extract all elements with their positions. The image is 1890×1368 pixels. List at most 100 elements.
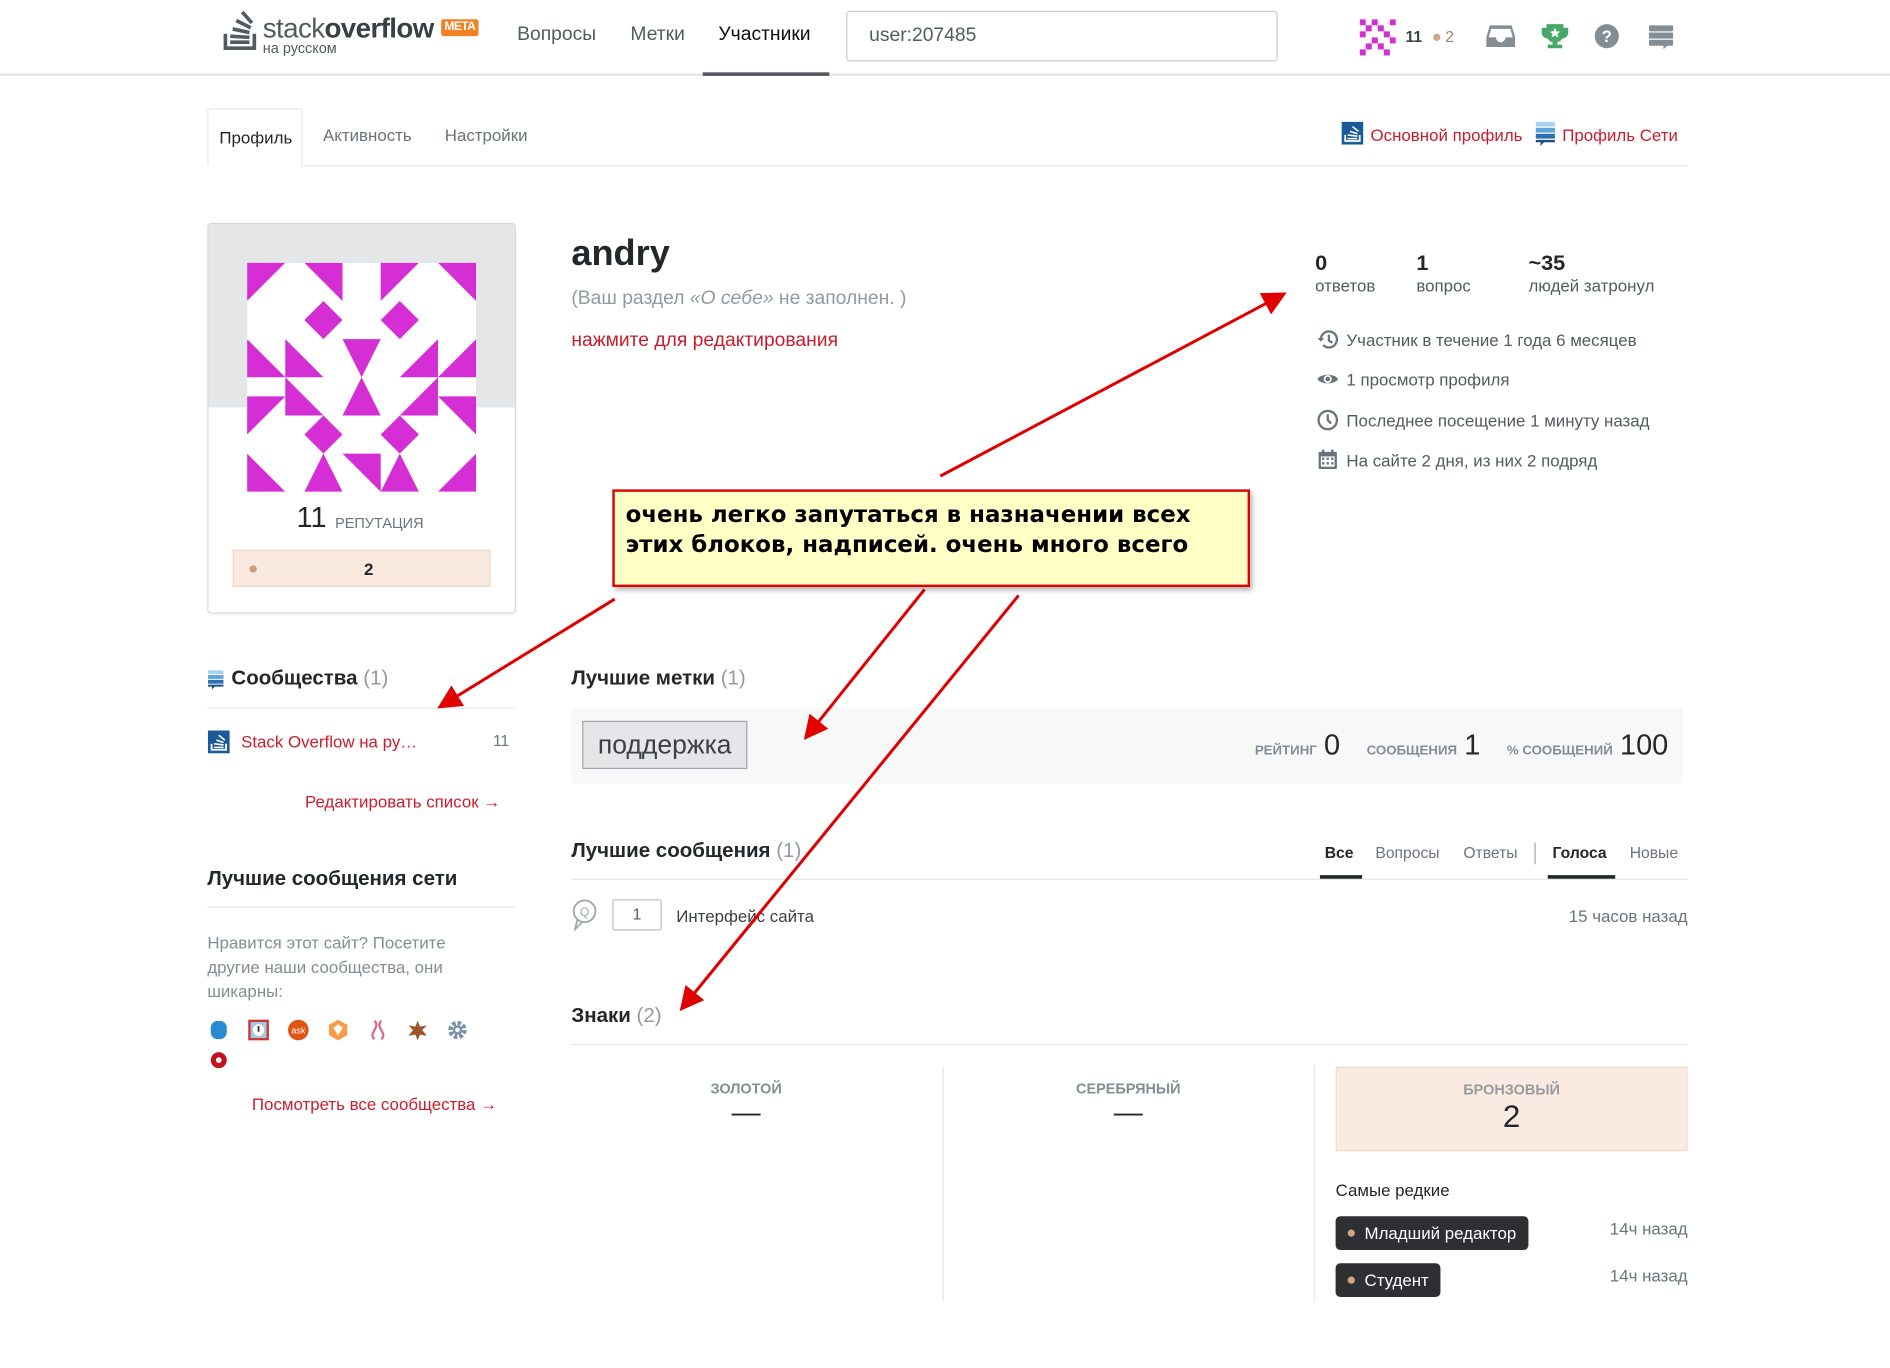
bronze-count: 2 — [364, 559, 374, 579]
avatar[interactable] — [247, 262, 477, 492]
title-count: (1) — [363, 666, 389, 690]
reputation-value: 11 — [296, 501, 327, 534]
site-logo[interactable]: stackoverflow META на русском — [223, 7, 479, 55]
meta-badge: META — [440, 19, 479, 37]
percent-value: 100 — [1620, 729, 1669, 762]
post-time: 15 часов назад — [1568, 906, 1688, 926]
post-votes: 1 — [612, 899, 662, 931]
tab-activity[interactable]: Активность — [323, 125, 412, 144]
tab-profile-label: Профиль — [219, 127, 293, 148]
svg-text:Q: Q — [580, 905, 589, 919]
community-link[interactable]: Stack Overflow на ру… — [241, 732, 417, 751]
percent-label: % СООБЩЕНИЙ — [1506, 743, 1613, 759]
logo-bold: overflow — [324, 12, 434, 44]
help-icon[interactable]: ? — [1594, 23, 1621, 50]
badge-name: Младший редактор — [1364, 1223, 1517, 1243]
post-title-link[interactable]: Интерфейс сайта — [676, 906, 814, 925]
badge-time: 14ч назад — [1609, 1265, 1688, 1285]
info-text: 1 просмотр профиля — [1346, 369, 1510, 389]
star-icon[interactable] — [406, 1019, 429, 1042]
site-switcher-icon[interactable] — [1648, 24, 1675, 51]
info-profile-views: 1 просмотр профиля — [1316, 368, 1509, 391]
user-name: andry — [571, 233, 670, 274]
about-em: «О себе» — [689, 288, 774, 309]
search-input[interactable]: user:207485 — [846, 10, 1278, 62]
gold-badges: ЗОЛОТОЙ — — [571, 1080, 921, 1131]
stack-logo-icon — [223, 10, 257, 51]
badge-junior-editor[interactable]: Младший редактор — [1335, 1216, 1529, 1250]
posts-label: СООБЩЕНИЯ — [1366, 743, 1458, 759]
rarest-title: Самые редкие — [1335, 1180, 1450, 1200]
sort-votes[interactable]: Голоса — [1553, 844, 1607, 862]
filter-all[interactable]: Все — [1325, 844, 1354, 862]
reputation-label: РЕПУТАЦИЯ — [335, 514, 424, 532]
silver-count: — — [1113, 1096, 1143, 1130]
gold-label: ЗОЛОТОЙ — [710, 1080, 782, 1097]
filter-questions[interactable]: Вопросы — [1375, 844, 1439, 862]
user-avatar-small[interactable] — [1359, 19, 1396, 56]
bronze-dot-icon — [1347, 1276, 1355, 1284]
sort-newest[interactable]: Новые — [1630, 844, 1678, 862]
network-profile-link[interactable]: Профиль Сети — [1562, 125, 1678, 144]
ask-icon[interactable]: ask — [287, 1019, 310, 1042]
history-icon — [1317, 330, 1339, 349]
stackoverflow-site-icon — [1341, 121, 1364, 145]
community-rep: 11 — [493, 731, 510, 750]
bronze-badge-count[interactable]: 2 — [232, 549, 491, 588]
title-text: Лучшие метки — [571, 666, 715, 690]
alert-icon[interactable] — [247, 1019, 270, 1042]
info-visits: На сайте 2 дня, из них 2 подряд — [1316, 448, 1597, 471]
flower-icon[interactable] — [207, 1049, 230, 1072]
database-icon[interactable] — [207, 1019, 230, 1042]
stat-answers[interactable]: 0 ответов — [1315, 251, 1375, 296]
svg-text:?: ? — [1602, 27, 1612, 46]
stackoverflow-site-icon — [207, 730, 230, 754]
svg-text:ask: ask — [291, 1025, 306, 1035]
posts-value: 1 — [1464, 729, 1481, 762]
title-count: (1) — [776, 838, 802, 862]
top-posts-title: Лучшие сообщения (1) — [571, 839, 801, 863]
stat-label: людей затронул — [1528, 276, 1655, 296]
site-icons: ask — [207, 1019, 484, 1072]
info-text: На сайте 2 дня, из них 2 подряд — [1346, 450, 1598, 470]
nav-questions[interactable]: Вопросы — [517, 24, 596, 46]
eye-icon — [1317, 374, 1339, 384]
nav-tags[interactable]: Метки — [630, 24, 684, 46]
tab-settings[interactable]: Настройки — [445, 125, 528, 144]
stat-label: ответов — [1315, 276, 1376, 296]
bronze-badges: БРОНЗОВЫЙ 2 — [1335, 1066, 1688, 1152]
title-count: (2) — [636, 1004, 662, 1028]
clock-icon — [1317, 409, 1339, 431]
dna-icon[interactable] — [366, 1019, 389, 1042]
top-tags-title: Лучшие метки (1) — [571, 667, 745, 691]
tag-support[interactable]: поддержка — [582, 720, 748, 770]
tag-stats: РЕЙТИНГ 0 СООБЩЕНИЯ 1 % СООБЩЕНИЙ 100 — [1255, 729, 1668, 763]
stat-questions[interactable]: 1 вопрос — [1416, 251, 1471, 296]
tab-profile[interactable]: Профиль — [207, 108, 303, 167]
badge-student[interactable]: Студент — [1335, 1263, 1441, 1298]
edit-communities-link[interactable]: Редактировать список → — [305, 792, 500, 811]
nav-active-indicator — [702, 72, 830, 76]
bronze-count: 2 — [1502, 1098, 1521, 1135]
info-text: Участник в течение 1 года 6 месяцев — [1346, 329, 1637, 349]
gold-count: — — [731, 1096, 761, 1130]
score-label: РЕЙТИНГ — [1254, 743, 1317, 759]
info-member-for: Участник в течение 1 года 6 месяцев — [1316, 328, 1637, 351]
filter-answers[interactable]: Ответы — [1463, 844, 1517, 862]
header-reputation[interactable]: 11 — [1405, 28, 1422, 46]
achievements-trophy-icon[interactable] — [1541, 22, 1570, 51]
nav-users[interactable]: Участники — [718, 24, 810, 46]
all-communities-link[interactable]: Посмотреть все сообщества → — [252, 1095, 497, 1114]
gear-icon[interactable] — [446, 1019, 469, 1042]
edit-about-link[interactable]: нажмите для редактирования — [571, 330, 838, 352]
box-icon[interactable] — [327, 1019, 350, 1042]
logo-light: stack — [262, 12, 325, 44]
stat-label: вопрос — [1416, 276, 1471, 296]
arrow-to-badges — [679, 594, 1020, 1012]
page: stackoverflow META на русском Вопросы Ме… — [0, 0, 1890, 1368]
main-profile-link[interactable]: Основной профиль — [1371, 125, 1523, 144]
about-me-empty: (Ваш раздел «О себе» не заполнен. ) — [571, 288, 906, 310]
stat-value: 1 — [1416, 250, 1429, 275]
inbox-icon[interactable] — [1486, 23, 1516, 50]
title-text: Лучшие сообщения — [571, 838, 771, 862]
